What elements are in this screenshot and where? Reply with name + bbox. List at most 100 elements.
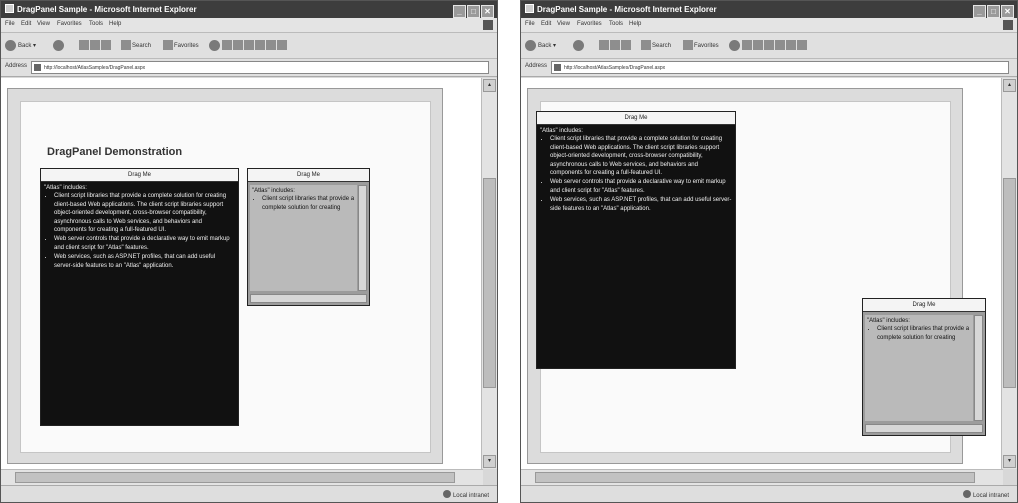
scroll-down-arrow[interactable]: ▾ xyxy=(483,455,496,468)
maximize-button[interactable]: □ xyxy=(987,5,1000,18)
drag-handle[interactable]: Drag Me xyxy=(537,112,735,125)
menu-edit[interactable]: Edit xyxy=(541,21,551,27)
drag-handle[interactable]: Drag Me xyxy=(248,169,369,182)
scroll-down-arrow[interactable]: ▾ xyxy=(1003,455,1016,468)
forward-button[interactable] xyxy=(53,39,66,53)
vertical-scrollbar[interactable]: ▴ ▾ xyxy=(1001,78,1017,469)
search-button[interactable]: Search xyxy=(121,39,151,53)
minimize-button[interactable]: _ xyxy=(453,5,466,18)
edit-icon xyxy=(775,40,785,51)
menu-favorites[interactable]: Favorites xyxy=(57,21,82,27)
panel-content: "Atlas" includes: Client script librarie… xyxy=(41,182,238,273)
menu-view[interactable]: View xyxy=(37,21,50,27)
search-button[interactable]: Search xyxy=(641,39,671,53)
list-item: Client script libraries that provide a c… xyxy=(262,195,355,212)
scroll-up-arrow[interactable]: ▴ xyxy=(483,79,496,92)
panel-vertical-scrollbar[interactable] xyxy=(974,315,983,421)
menu-file[interactable]: File xyxy=(5,21,15,27)
forward-button[interactable] xyxy=(573,39,586,53)
menu-bar: File Edit View Favorites Tools Help xyxy=(521,18,1017,33)
history-icon xyxy=(222,40,232,51)
vertical-scrollbar[interactable]: ▴ ▾ xyxy=(481,78,497,469)
drag-panel[interactable]: Drag Me "Atlas" includes: Client script … xyxy=(40,168,239,426)
ie-icon xyxy=(525,4,534,13)
list-item: Client script libraries that provide a c… xyxy=(877,325,971,342)
browser-window-before: DragPanel Sample - Microsoft Internet Ex… xyxy=(0,0,498,503)
globe-icon xyxy=(962,490,971,498)
drag-panel-scroll[interactable]: Drag Me "Atlas" includes: Client script … xyxy=(247,168,370,306)
close-button[interactable]: ✕ xyxy=(481,5,494,18)
drag-handle[interactable]: Drag Me xyxy=(41,169,238,182)
refresh-icon xyxy=(90,40,100,51)
stop-refresh-home-buttons[interactable] xyxy=(79,39,112,53)
panel-content: "Atlas" includes: Client script librarie… xyxy=(865,315,973,421)
list-item: Web server controls that provide a decla… xyxy=(54,235,235,252)
drag-handle[interactable]: Drag Me xyxy=(863,299,985,312)
panel-horizontal-scrollbar[interactable] xyxy=(865,424,983,433)
stop-icon xyxy=(79,40,89,51)
menu-favorites[interactable]: Favorites xyxy=(577,21,602,27)
back-icon xyxy=(5,39,16,51)
page-content: DragPanel Demonstration Drag Me "Atlas" … xyxy=(1,78,483,469)
horizontal-scroll-thumb[interactable] xyxy=(535,472,975,483)
print-icon xyxy=(764,40,774,51)
scroll-up-arrow[interactable]: ▴ xyxy=(1003,79,1016,92)
list-item: Web services, such as ASP.NET profiles, … xyxy=(550,196,732,213)
drag-panel[interactable]: Drag Me "Atlas" includes: Client script … xyxy=(536,111,736,369)
history-icon xyxy=(742,40,752,51)
back-button[interactable]: Back ▾ xyxy=(5,39,36,53)
discuss-icon xyxy=(266,40,276,51)
vertical-scroll-thumb[interactable] xyxy=(1003,178,1016,388)
address-bar: Address http://localhost/AtlasSamples/Dr… xyxy=(1,59,497,77)
menu-view[interactable]: View xyxy=(557,21,570,27)
window-title: DragPanel Sample - Microsoft Internet Ex… xyxy=(537,5,717,14)
feature-list: Client script libraries that provide a c… xyxy=(550,135,732,213)
stop-refresh-home-buttons[interactable] xyxy=(599,39,632,53)
minimize-button[interactable]: _ xyxy=(973,5,986,18)
windows-flag-icon xyxy=(483,20,493,30)
menu-help[interactable]: Help xyxy=(629,21,641,27)
menu-file[interactable]: File xyxy=(525,21,535,27)
panel-horizontal-scrollbar[interactable] xyxy=(250,294,367,303)
panel-vertical-scrollbar[interactable] xyxy=(358,185,367,291)
back-icon xyxy=(525,39,536,51)
address-input[interactable]: http://localhost/AtlasSamples/DragPanel.… xyxy=(551,61,1009,74)
favorites-button[interactable]: Favorites xyxy=(683,39,719,53)
close-button[interactable]: ✕ xyxy=(1001,5,1014,18)
favorites-icon xyxy=(163,40,173,51)
search-icon xyxy=(641,40,651,51)
address-label: Address xyxy=(5,63,28,69)
maximize-button[interactable]: □ xyxy=(467,5,480,18)
address-input[interactable]: http://localhost/AtlasSamples/DragPanel.… xyxy=(31,61,489,74)
status-bar: Local intranet xyxy=(521,485,1017,502)
panel-content: "Atlas" includes: Client script librarie… xyxy=(537,125,735,216)
menu-tools[interactable]: Tools xyxy=(609,21,623,27)
menu-edit[interactable]: Edit xyxy=(21,21,31,27)
security-zone: Local intranet xyxy=(962,490,1009,499)
horizontal-scroll-thumb[interactable] xyxy=(15,472,455,483)
panel-intro: "Atlas" includes: xyxy=(252,188,295,194)
horizontal-scrollbar[interactable] xyxy=(521,469,1003,485)
back-button[interactable]: Back ▾ xyxy=(525,39,556,53)
horizontal-scrollbar[interactable] xyxy=(1,469,483,485)
menu-tools[interactable]: Tools xyxy=(89,21,103,27)
page-icon xyxy=(554,64,561,71)
title-bar[interactable]: DragPanel Sample - Microsoft Internet Ex… xyxy=(1,1,497,18)
messenger-icon xyxy=(277,40,287,51)
globe-icon xyxy=(442,490,451,498)
menu-help[interactable]: Help xyxy=(109,21,121,27)
title-bar[interactable]: DragPanel Sample - Microsoft Internet Ex… xyxy=(521,1,1017,18)
feature-list: Client script libraries that provide a c… xyxy=(54,192,235,270)
ie-icon xyxy=(5,4,14,13)
favorites-button[interactable]: Favorites xyxy=(163,39,199,53)
feature-list: Client script libraries that provide a c… xyxy=(877,325,971,342)
forward-icon xyxy=(53,39,64,51)
media-history-buttons[interactable] xyxy=(209,39,288,53)
toolbar: Back ▾ Search Favorites xyxy=(1,33,497,59)
address-label: Address xyxy=(525,63,548,69)
messenger-icon xyxy=(797,40,807,51)
windows-flag-icon xyxy=(1003,20,1013,30)
media-history-buttons[interactable] xyxy=(729,39,808,53)
vertical-scroll-thumb[interactable] xyxy=(483,178,496,388)
drag-panel-scroll[interactable]: Drag Me "Atlas" includes: Client script … xyxy=(862,298,986,436)
